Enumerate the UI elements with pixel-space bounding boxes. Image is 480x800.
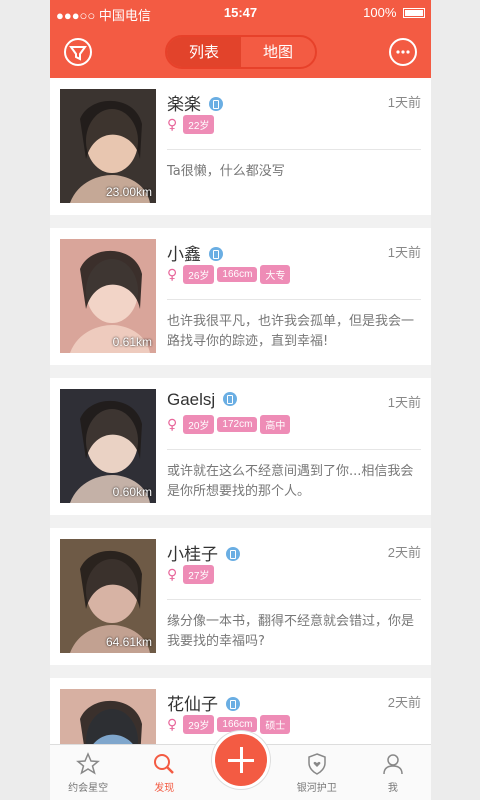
tab-add — [202, 731, 278, 800]
tab-me[interactable]: 我 — [355, 745, 431, 800]
user-card[interactable]: 23.00km 楽楽 1天前 ♀ 22岁 Ta很懒，什么都没写 — [50, 78, 431, 215]
divider — [167, 599, 421, 600]
distance-label: 0.60km — [112, 485, 152, 499]
user-list: 23.00km 楽楽 1天前 ♀ 22岁 Ta很懒，什么都没写 0.61km 小… — [50, 78, 431, 800]
tag-badge: 22岁 — [183, 115, 215, 134]
phone-verified-icon — [209, 96, 223, 111]
tag-badge: 166cm — [217, 267, 258, 282]
user-name-text: Gaelsj — [167, 390, 216, 409]
status-bar: ●●●○○ 中国电信 15:47 100% — [50, 0, 431, 26]
tab-discover[interactable]: 发现 — [126, 745, 202, 800]
distance-label: 64.61km — [105, 635, 152, 649]
female-icon: ♀ — [167, 266, 178, 283]
user-name-text: 小桂子 — [167, 545, 218, 564]
phone-verified-icon — [226, 696, 240, 711]
tag-badge: 20岁 — [183, 415, 215, 434]
divider — [167, 449, 421, 450]
chat-icon[interactable] — [389, 38, 417, 66]
phone-verified-icon — [226, 546, 240, 561]
last-active-time: 2天前 — [387, 545, 421, 560]
last-active-time: 1天前 — [387, 245, 421, 260]
distance-label: 0.61km — [112, 335, 152, 349]
battery-percent: 100% — [363, 5, 397, 20]
filter-icon[interactable] — [64, 38, 92, 66]
female-icon: ♀ — [167, 716, 178, 733]
phone-verified-icon — [223, 391, 238, 406]
user-name: Gaelsj — [167, 390, 238, 410]
tag-badge: 166cm — [217, 717, 258, 732]
tab-label: 银河护卫 — [296, 783, 337, 794]
user-name: 花仙子 — [167, 690, 240, 715]
search-icon — [154, 754, 175, 774]
female-icon: ♀ — [167, 416, 178, 433]
user-tags: ♀ 29岁 166cm 硕士 — [167, 715, 291, 734]
phone-verified-icon — [209, 246, 223, 261]
profile-photo[interactable]: 64.61km — [60, 539, 156, 653]
user-signature: 也许我很平凡，也许我会孤单，但是我会一路找寻你的踪迹，直到幸福! — [167, 314, 415, 349]
last-active-time: 1天前 — [387, 95, 421, 110]
tab-map[interactable]: 地图 — [241, 37, 315, 67]
user-name: 小桂子 — [167, 540, 240, 565]
nav-bar: 列表 地图 — [50, 26, 431, 78]
user-tags: ♀ 27岁 — [167, 565, 215, 584]
tag-badge: 大专 — [260, 265, 291, 284]
tab-guardians[interactable]: 银河护卫 — [279, 745, 355, 800]
last-active-time: 1天前 — [387, 395, 421, 410]
tag-badge: 172cm — [217, 417, 258, 432]
user-signature: Ta很懒，什么都没写 — [167, 164, 285, 179]
user-icon — [383, 754, 403, 775]
user-name-text: 楽楽 — [167, 95, 201, 114]
profile-photo[interactable]: 23.00km — [60, 89, 156, 203]
user-card[interactable]: 64.61km 小桂子 2天前 ♀ 27岁 缘分像一本书，翻得不经意就会错过，你… — [50, 528, 431, 665]
divider — [167, 299, 421, 300]
user-name-text: 花仙子 — [167, 695, 218, 714]
user-card[interactable]: 0.61km 小鑫 1天前 ♀ 26岁 166cm 大专 也许我很平凡，也许我会孤单… — [50, 228, 431, 365]
battery-status: 100% — [363, 5, 425, 20]
distance-label: 23.00km — [105, 185, 152, 199]
profile-photo[interactable]: 0.60km — [60, 389, 156, 503]
profile-photo[interactable]: 0.61km — [60, 239, 156, 353]
last-active-time: 2天前 — [387, 695, 421, 710]
female-icon: ♀ — [167, 116, 178, 133]
star-icon — [76, 752, 101, 775]
tab-label: 约会星空 — [68, 783, 109, 794]
user-name-text: 小鑫 — [167, 245, 201, 264]
battery-icon — [403, 7, 425, 18]
tag-badge: 26岁 — [183, 265, 215, 284]
app-frame: ●●●○○ 中国电信 15:47 100% 列表 地图 23.00km 楽楽 1… — [50, 0, 431, 800]
tab-label: 我 — [387, 783, 398, 794]
tab-list[interactable]: 列表 — [167, 37, 241, 67]
user-name: 楽楽 — [167, 90, 223, 115]
female-icon: ♀ — [167, 566, 178, 583]
tag-badge: 高中 — [260, 415, 291, 434]
user-name: 小鑫 — [167, 240, 223, 265]
user-tags: ♀ 26岁 166cm 大专 — [167, 265, 291, 284]
tab-bar: 约会星空 发现 银河护卫 我 — [50, 731, 431, 800]
user-signature: 或许就在这么不经意间遇到了你...相信我会是你所想要找的那个人。 — [167, 464, 414, 499]
tab-dating-star[interactable]: 约会星空 — [50, 745, 126, 800]
user-signature: 缘分像一本书，翻得不经意就会错过，你是我要找的幸福吗? — [167, 614, 415, 649]
tag-badge: 27岁 — [183, 565, 215, 584]
divider — [167, 149, 421, 150]
user-card[interactable]: 0.60km Gaelsj 1天前 ♀ 20岁 172cm 高中 或许就在这么不经意… — [50, 378, 431, 515]
add-button[interactable] — [211, 731, 270, 789]
user-tags: ♀ 20岁 172cm 高中 — [167, 415, 291, 434]
tag-badge: 硕士 — [260, 715, 291, 734]
tab-label: 发现 — [154, 783, 175, 794]
user-tags: ♀ 22岁 — [167, 115, 215, 134]
shield-icon — [307, 753, 326, 775]
tag-badge: 29岁 — [183, 715, 215, 734]
view-toggle: 列表 地图 — [165, 35, 317, 69]
